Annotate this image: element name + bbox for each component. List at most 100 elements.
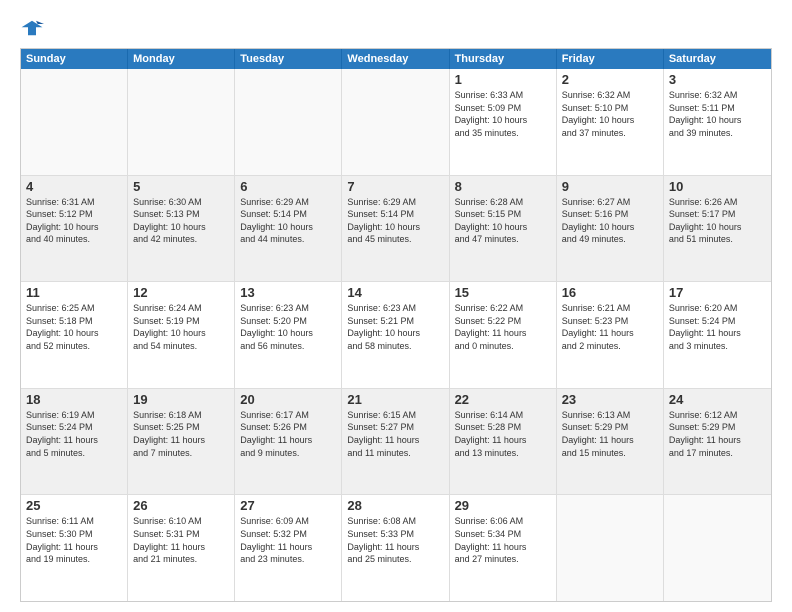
- day-info: Sunrise: 6:09 AM Sunset: 5:32 PM Dayligh…: [240, 515, 336, 565]
- calendar-cell: 17 Sunrise: 6:20 AM Sunset: 5:24 PM Dayli…: [664, 282, 771, 388]
- day-info: Sunrise: 6:19 AM Sunset: 5:24 PM Dayligh…: [26, 409, 122, 459]
- calendar-cell: 3 Sunrise: 6:32 AM Sunset: 5:11 PM Daylig…: [664, 69, 771, 175]
- day-number: 16: [562, 285, 658, 300]
- calendar-cell: 12 Sunrise: 6:24 AM Sunset: 5:19 PM Dayli…: [128, 282, 235, 388]
- day-number: 12: [133, 285, 229, 300]
- day-header-monday: Monday: [128, 49, 235, 69]
- day-info: Sunrise: 6:26 AM Sunset: 5:17 PM Dayligh…: [669, 196, 766, 246]
- day-info: Sunrise: 6:30 AM Sunset: 5:13 PM Dayligh…: [133, 196, 229, 246]
- day-info: Sunrise: 6:24 AM Sunset: 5:19 PM Dayligh…: [133, 302, 229, 352]
- calendar-header: SundayMondayTuesdayWednesdayThursdayFrid…: [21, 49, 771, 69]
- calendar-cell: 15 Sunrise: 6:22 AM Sunset: 5:22 PM Dayli…: [450, 282, 557, 388]
- header: [20, 16, 772, 40]
- day-info: Sunrise: 6:29 AM Sunset: 5:14 PM Dayligh…: [240, 196, 336, 246]
- day-number: 6: [240, 179, 336, 194]
- day-number: 14: [347, 285, 443, 300]
- calendar-cell: 28 Sunrise: 6:08 AM Sunset: 5:33 PM Dayli…: [342, 495, 449, 601]
- day-number: 19: [133, 392, 229, 407]
- day-number: 24: [669, 392, 766, 407]
- day-info: Sunrise: 6:11 AM Sunset: 5:30 PM Dayligh…: [26, 515, 122, 565]
- calendar-cell: 21 Sunrise: 6:15 AM Sunset: 5:27 PM Dayli…: [342, 389, 449, 495]
- day-info: Sunrise: 6:13 AM Sunset: 5:29 PM Dayligh…: [562, 409, 658, 459]
- day-header-wednesday: Wednesday: [342, 49, 449, 69]
- day-info: Sunrise: 6:23 AM Sunset: 5:21 PM Dayligh…: [347, 302, 443, 352]
- day-info: Sunrise: 6:17 AM Sunset: 5:26 PM Dayligh…: [240, 409, 336, 459]
- logo-icon: [20, 16, 44, 40]
- day-info: Sunrise: 6:32 AM Sunset: 5:11 PM Dayligh…: [669, 89, 766, 139]
- day-info: Sunrise: 6:23 AM Sunset: 5:20 PM Dayligh…: [240, 302, 336, 352]
- day-info: Sunrise: 6:31 AM Sunset: 5:12 PM Dayligh…: [26, 196, 122, 246]
- day-number: 20: [240, 392, 336, 407]
- calendar-cell: [235, 69, 342, 175]
- day-number: 18: [26, 392, 122, 407]
- day-number: 27: [240, 498, 336, 513]
- day-info: Sunrise: 6:27 AM Sunset: 5:16 PM Dayligh…: [562, 196, 658, 246]
- day-number: 25: [26, 498, 122, 513]
- day-info: Sunrise: 6:20 AM Sunset: 5:24 PM Dayligh…: [669, 302, 766, 352]
- calendar-body: 1Sunrise: 6:33 AM Sunset: 5:09 PM Daylig…: [21, 69, 771, 601]
- calendar-cell: [342, 69, 449, 175]
- calendar-cell: 29 Sunrise: 6:06 AM Sunset: 5:34 PM Dayli…: [450, 495, 557, 601]
- day-number: 4: [26, 179, 122, 194]
- day-number: 17: [669, 285, 766, 300]
- calendar-row-5: 25 Sunrise: 6:11 AM Sunset: 5:30 PM Dayli…: [21, 495, 771, 601]
- day-info: Sunrise: 6:21 AM Sunset: 5:23 PM Dayligh…: [562, 302, 658, 352]
- day-number: 22: [455, 392, 551, 407]
- calendar-row-3: 11 Sunrise: 6:25 AM Sunset: 5:18 PM Dayli…: [21, 282, 771, 389]
- day-number: 5: [133, 179, 229, 194]
- day-number: 26: [133, 498, 229, 513]
- logo: [20, 16, 48, 40]
- day-info: Sunrise: 6:25 AM Sunset: 5:18 PM Dayligh…: [26, 302, 122, 352]
- day-info: Sunrise: 6:10 AM Sunset: 5:31 PM Dayligh…: [133, 515, 229, 565]
- calendar-cell: 6 Sunrise: 6:29 AM Sunset: 5:14 PM Daylig…: [235, 176, 342, 282]
- calendar-cell: 11 Sunrise: 6:25 AM Sunset: 5:18 PM Dayli…: [21, 282, 128, 388]
- calendar: SundayMondayTuesdayWednesdayThursdayFrid…: [20, 48, 772, 602]
- day-info: Sunrise: 6:08 AM Sunset: 5:33 PM Dayligh…: [347, 515, 443, 565]
- day-header-thursday: Thursday: [450, 49, 557, 69]
- calendar-cell: 22 Sunrise: 6:14 AM Sunset: 5:28 PM Dayli…: [450, 389, 557, 495]
- day-header-tuesday: Tuesday: [235, 49, 342, 69]
- calendar-cell: 19 Sunrise: 6:18 AM Sunset: 5:25 PM Dayli…: [128, 389, 235, 495]
- day-number: 13: [240, 285, 336, 300]
- calendar-cell: 13 Sunrise: 6:23 AM Sunset: 5:20 PM Dayli…: [235, 282, 342, 388]
- calendar-cell: [21, 69, 128, 175]
- calendar-cell: 14 Sunrise: 6:23 AM Sunset: 5:21 PM Dayli…: [342, 282, 449, 388]
- calendar-cell: 10Sunrise: 6:26 AM Sunset: 5:17 PM Dayli…: [664, 176, 771, 282]
- calendar-cell: 24 Sunrise: 6:12 AM Sunset: 5:29 PM Dayli…: [664, 389, 771, 495]
- day-info: Sunrise: 6:14 AM Sunset: 5:28 PM Dayligh…: [455, 409, 551, 459]
- day-number: 11: [26, 285, 122, 300]
- calendar-cell: [557, 495, 664, 601]
- day-info: Sunrise: 6:18 AM Sunset: 5:25 PM Dayligh…: [133, 409, 229, 459]
- day-number: 21: [347, 392, 443, 407]
- calendar-cell: 7 Sunrise: 6:29 AM Sunset: 5:14 PM Daylig…: [342, 176, 449, 282]
- day-number: 7: [347, 179, 443, 194]
- day-info: Sunrise: 6:28 AM Sunset: 5:15 PM Dayligh…: [455, 196, 551, 246]
- day-number: 29: [455, 498, 551, 513]
- day-info: Sunrise: 6:33 AM Sunset: 5:09 PM Dayligh…: [455, 89, 551, 139]
- calendar-row-2: 4 Sunrise: 6:31 AM Sunset: 5:12 PM Daylig…: [21, 176, 771, 283]
- calendar-cell: 9Sunrise: 6:27 AM Sunset: 5:16 PM Daylig…: [557, 176, 664, 282]
- page: SundayMondayTuesdayWednesdayThursdayFrid…: [0, 0, 792, 612]
- calendar-cell: [128, 69, 235, 175]
- day-info: Sunrise: 6:29 AM Sunset: 5:14 PM Dayligh…: [347, 196, 443, 246]
- calendar-row-1: 1Sunrise: 6:33 AM Sunset: 5:09 PM Daylig…: [21, 69, 771, 176]
- day-number: 3: [669, 72, 766, 87]
- day-header-friday: Friday: [557, 49, 664, 69]
- day-info: Sunrise: 6:06 AM Sunset: 5:34 PM Dayligh…: [455, 515, 551, 565]
- calendar-cell: 23Sunrise: 6:13 AM Sunset: 5:29 PM Dayli…: [557, 389, 664, 495]
- day-info: Sunrise: 6:22 AM Sunset: 5:22 PM Dayligh…: [455, 302, 551, 352]
- day-info: Sunrise: 6:15 AM Sunset: 5:27 PM Dayligh…: [347, 409, 443, 459]
- day-info: Sunrise: 6:12 AM Sunset: 5:29 PM Dayligh…: [669, 409, 766, 459]
- calendar-cell: 18 Sunrise: 6:19 AM Sunset: 5:24 PM Dayli…: [21, 389, 128, 495]
- day-number: 8: [455, 179, 551, 194]
- calendar-cell: 2Sunrise: 6:32 AM Sunset: 5:10 PM Daylig…: [557, 69, 664, 175]
- calendar-cell: 20 Sunrise: 6:17 AM Sunset: 5:26 PM Dayli…: [235, 389, 342, 495]
- calendar-row-4: 18 Sunrise: 6:19 AM Sunset: 5:24 PM Dayli…: [21, 389, 771, 496]
- day-number: 15: [455, 285, 551, 300]
- day-info: Sunrise: 6:32 AM Sunset: 5:10 PM Dayligh…: [562, 89, 658, 139]
- calendar-cell: 26 Sunrise: 6:10 AM Sunset: 5:31 PM Dayli…: [128, 495, 235, 601]
- calendar-cell: 8 Sunrise: 6:28 AM Sunset: 5:15 PM Daylig…: [450, 176, 557, 282]
- day-header-saturday: Saturday: [664, 49, 771, 69]
- calendar-cell: [664, 495, 771, 601]
- day-number: 28: [347, 498, 443, 513]
